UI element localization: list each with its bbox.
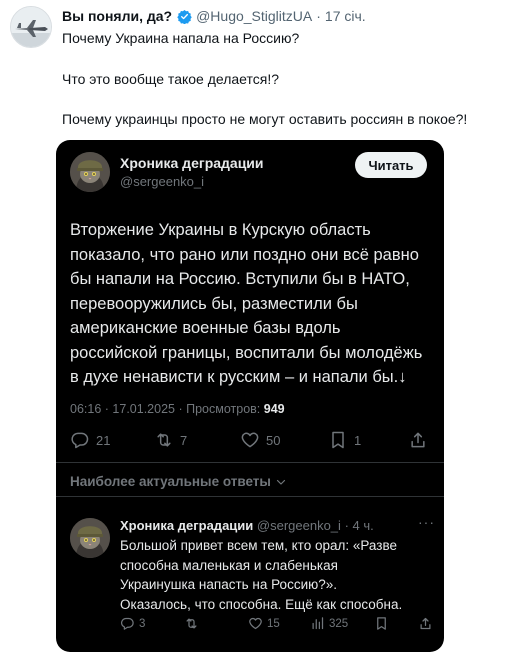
reply-body-line: Оказалось, что способна. Ещё как способн… [120,596,403,612]
reply-body-line: Украинушка напасть на Россию?». [120,577,337,592]
reply-bookmark-action[interactable] [374,616,393,631]
read-button[interactable]: Читать [355,152,427,178]
reply-body: Большой привет всем тем, кто орал: «Разв… [120,536,436,614]
reply-time[interactable]: 4 ч. [353,518,374,533]
heart-icon [241,432,259,448]
reply-icon [121,617,134,630]
post-time: 06:16 [70,402,102,416]
repost-action[interactable]: 7 [154,430,187,450]
embedded-body-line: Вторжение Украины в Курскую область [70,221,371,239]
reply-header: Хроника деградации @sergeenko_i · 4 ч. [120,518,374,533]
airplane-avatar-image [11,7,51,47]
cat-avatar-image [70,152,110,192]
reply-action[interactable]: 21 [70,430,110,450]
embedded-author-name[interactable]: Хроника деградации [120,155,264,171]
reply-author-avatar [70,518,110,558]
embedded-body-line: показало, что рано или поздно они всё ра… [70,245,419,264]
meta-separator: · [178,402,183,416]
embedded-body-line: российской границы, воспитали бы молодёж… [70,343,423,362]
embedded-body-line: перевооружились бы, разместили бы [70,294,358,313]
bookmark-icon [332,431,344,449]
reply-action-bar: 3 15 325 [120,616,436,636]
like-count: 50 [266,432,281,448]
reply-reply-count: 3 [139,617,146,630]
embedded-author-handle[interactable]: @sergeenko_i [120,174,204,189]
heart-icon [249,617,262,630]
reply-count: 21 [96,432,111,448]
cat-avatar-image [70,518,110,558]
relevant-replies-label: Наиболее актуальные ответы [70,474,271,489]
views-chart-icon [312,617,324,630]
views-count: 949 [263,402,285,416]
reply-icon [71,432,89,449]
more-options-icon[interactable]: ··· [418,514,435,530]
like-action[interactable]: 50 [240,430,280,450]
embedded-post-meta: 06:16 · 17.01.2025 · Просмотров: 949 [70,402,285,416]
embedded-body-line: бы напали на Россию. Вступили бы в НАТО, [70,270,410,288]
divider [56,496,444,497]
divider [56,462,444,463]
meta-separator: · [104,402,109,416]
share-action[interactable] [408,430,434,450]
reply-body-line: Большой привет всем тем, кто орал: «Разв… [120,538,398,553]
embedded-author-avatar [70,152,110,192]
reply-like-count: 15 [267,617,280,630]
embedded-action-bar: 21 7 50 1 [70,430,430,456]
reply-reply-action[interactable]: 3 [120,616,145,631]
repost-icon [157,433,171,447]
repost-count: 7 [180,432,188,448]
reply-views-action[interactable]: 325 [310,616,348,631]
repost-icon [186,618,197,629]
tweet-time[interactable]: 17 січ. [325,8,366,24]
header-separator: · [316,8,321,24]
reply-like-action[interactable]: 15 [248,616,280,631]
embedded-body-line: американские военные базы вдоль [70,319,341,337]
reply-author-name[interactable]: Хроника деградации [120,518,253,533]
author-avatar[interactable] [10,6,52,48]
embedded-screenshot[interactable]: Хроника деградации @sergeenko_i Читать В… [56,140,444,652]
relevant-replies-filter[interactable]: Наиболее актуальные ответы [70,474,287,489]
chevron-down-icon [276,479,286,485]
bookmark-action[interactable]: 1 [328,430,361,450]
reply-repost-action[interactable] [184,616,203,631]
bookmark-icon [377,617,386,630]
reply-author-handle[interactable]: @sergeenko_i [257,518,341,533]
author-handle[interactable]: @Hugo_StiglitzUA [196,8,312,24]
tweet-text-line: Почему украинцы просто не могут оставить… [62,111,468,127]
bookmark-count: 1 [354,432,362,448]
reply-views-count: 325 [329,617,349,630]
share-icon [420,617,431,630]
tweet-text-line: Что это вообще такое делается!? [62,71,279,87]
views-label: Просмотров: [186,402,261,416]
reply-separator: · [344,518,349,533]
reply-share-action[interactable] [418,616,437,631]
embedded-post-body: Вторжение Украины в Курскую область пока… [70,218,430,390]
author-name[interactable]: Вы поняли, да? [62,8,172,24]
tweet-header: Вы поняли, да? @Hugo_StiglitzUA · 17 січ… [62,8,366,24]
embedded-body-line: в духе ненависти к русским – и напали бы… [70,368,407,386]
reply-body-line: способна маленькая и слабенькая [120,557,338,573]
tweet-text-line: Почему Украина напала на Россию? [62,30,300,46]
post-date: 17.01.2025 [112,402,175,416]
share-icon [411,432,425,448]
tweet: Вы поняли, да? @Hugo_StiglitzUA · 17 січ… [0,0,512,656]
verified-badge-icon [177,9,192,24]
